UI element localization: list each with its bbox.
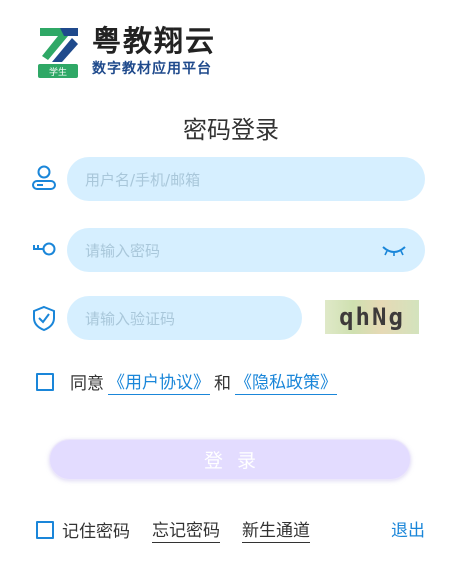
footer-row: 记住密码 忘记密码 新生通道 <box>36 516 310 543</box>
key-icon <box>33 242 56 256</box>
brand-title: 粤教翔云 <box>92 24 217 58</box>
agreement-joiner: 和 <box>214 374 231 394</box>
username-input[interactable]: 用户名/手机/邮箱 <box>67 157 425 201</box>
eye-closed-icon[interactable] <box>381 243 407 257</box>
captcha-input[interactable]: 请输入验证码 <box>67 296 302 340</box>
exit-link[interactable]: 退出 <box>391 516 425 541</box>
remember-checkbox[interactable] <box>36 520 54 539</box>
agreement-checkbox[interactable] <box>36 372 54 391</box>
shield-check-icon <box>33 305 55 332</box>
captcha-placeholder: 请输入验证码 <box>85 309 176 328</box>
new-student-link[interactable]: 新生通道 <box>242 516 310 543</box>
password-input[interactable]: 请输入密码 <box>67 228 425 272</box>
agreement-prefix: 同意 <box>70 374 104 394</box>
page-title: 密码登录 <box>183 116 279 144</box>
user-icon <box>32 165 56 190</box>
forgot-password-link[interactable]: 忘记密码 <box>152 516 220 543</box>
password-placeholder: 请输入密码 <box>85 241 161 260</box>
brand-subtitle: 数字教材应用平台 <box>92 61 212 77</box>
remember-label[interactable]: 记住密码 <box>62 517 130 542</box>
captcha-image[interactable]: qhNg <box>325 300 419 334</box>
user-agreement-link[interactable]: 《用户协议》 <box>108 368 210 395</box>
brand-logo-icon: 学生 <box>38 28 78 78</box>
agreement-row: 同意 《用户协议》 和 《隐私政策》 <box>36 368 341 395</box>
brand-badge: 学生 <box>49 66 67 78</box>
username-placeholder: 用户名/手机/邮箱 <box>85 170 201 189</box>
login-button[interactable]: 登录 <box>49 439 411 480</box>
privacy-policy-link[interactable]: 《隐私政策》 <box>235 368 337 395</box>
